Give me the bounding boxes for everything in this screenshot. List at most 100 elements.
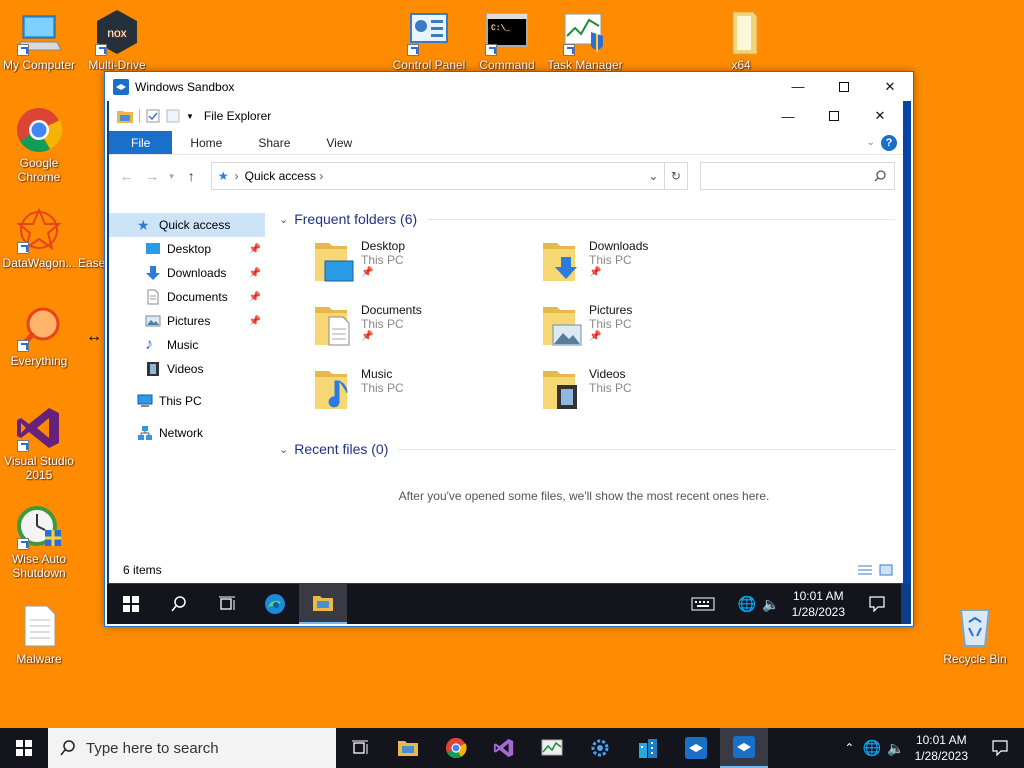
- taskbar-app-buildings[interactable]: [624, 728, 672, 768]
- sandbox-title-bar[interactable]: Windows Sandbox — ✕: [105, 72, 913, 101]
- volume-icon[interactable]: 🔈: [887, 740, 904, 757]
- folder-tile-videos[interactable]: Videos This PC: [541, 365, 769, 429]
- desktop-icon-wise-auto-shutdown[interactable]: Wise Auto Shutdown: [0, 502, 78, 580]
- nav-item-this-pc[interactable]: This PC: [109, 389, 269, 413]
- sandbox-close-button[interactable]: ✕: [867, 72, 913, 101]
- desktop-icon-label: Recycle Bin: [943, 652, 1007, 666]
- desktop-icon-task-manager[interactable]: Task Manager: [546, 8, 624, 72]
- notifications-button[interactable]: [976, 728, 1024, 768]
- buildings-icon: [639, 739, 657, 758]
- network-globe-icon[interactable]: 🌐: [862, 739, 881, 757]
- sandbox-maximize-button[interactable]: [821, 72, 867, 101]
- nav-item-music[interactable]: ♪ Music: [109, 333, 269, 357]
- sandbox-minimize-button[interactable]: —: [775, 72, 821, 101]
- maximize-icon: [829, 111, 839, 121]
- desktop-icon-google-chrome[interactable]: Google Chrome: [0, 106, 78, 184]
- documents-icon: [147, 289, 159, 305]
- qat-dropdown-icon[interactable]: ▼: [186, 112, 194, 121]
- show-hidden-icons-chevron-icon[interactable]: ⌃: [844, 741, 854, 755]
- music-icon: ♪: [145, 336, 153, 353]
- recent-files-header[interactable]: ⌄ Recent files (0): [273, 435, 895, 463]
- taskbar-app-gear[interactable]: [576, 728, 624, 768]
- help-icon[interactable]: ?: [881, 135, 897, 151]
- keyboard-icon: [691, 597, 715, 611]
- desktop-icon-x64[interactable]: x64: [702, 8, 780, 72]
- folder-icon[interactable]: [117, 109, 133, 123]
- properties-icon[interactable]: [146, 109, 160, 123]
- explorer-maximize-button[interactable]: [811, 102, 857, 131]
- vm-start-button[interactable]: [107, 584, 155, 624]
- desktop-icon-visual-studio[interactable]: Visual Studio 2015: [0, 404, 78, 482]
- taskbar-clock[interactable]: 10:01 AM 1/28/2023: [907, 732, 976, 764]
- frequent-folders-header[interactable]: ⌄ Frequent folders (6): [273, 205, 895, 233]
- breadcrumb-quick-access[interactable]: Quick access: [245, 169, 316, 183]
- search-box[interactable]: [699, 162, 895, 190]
- folder-tile-music[interactable]: Music This PC: [313, 365, 541, 429]
- folder-location: This PC: [361, 253, 404, 267]
- details-view-icon[interactable]: [857, 564, 873, 576]
- nav-item-videos[interactable]: Videos: [109, 357, 269, 381]
- desktop-icon-datawagon[interactable]: DataWagon...: [0, 206, 78, 270]
- forward-arrow-icon[interactable]: →: [142, 168, 161, 184]
- desktop-icon-command[interactable]: C:\_ Command: [468, 8, 546, 72]
- taskbar-visual-studio[interactable]: [480, 728, 528, 768]
- folder-tile-desktop[interactable]: Desktop This PC 📌: [313, 237, 541, 301]
- recent-locations-icon[interactable]: ▼: [168, 172, 176, 181]
- folder-tile-documents[interactable]: Documents This PC 📌: [313, 301, 541, 365]
- taskbar-search-box[interactable]: Type here to search: [48, 728, 336, 768]
- nav-item-quick-access[interactable]: ★ Quick access: [109, 213, 265, 237]
- large-icons-view-icon[interactable]: [879, 564, 893, 576]
- explorer-minimize-button[interactable]: —: [765, 102, 811, 131]
- explorer-close-button[interactable]: ✕: [857, 102, 903, 131]
- nav-item-desktop[interactable]: Desktop 📌: [109, 237, 269, 261]
- nav-item-downloads[interactable]: Downloads 📌: [109, 261, 269, 285]
- vm-taskbar-edge[interactable]: [251, 584, 299, 624]
- nav-item-documents[interactable]: Documents 📌: [109, 285, 269, 309]
- desktop-icon-my-computer[interactable]: My Computer: [0, 8, 78, 72]
- volume-icon[interactable]: 🔈: [762, 596, 779, 613]
- expand-ribbon-icon[interactable]: ⌄: [867, 137, 875, 154]
- taskbar-sandbox[interactable]: [672, 728, 720, 768]
- folder-tile-pictures[interactable]: Pictures This PC 📌: [541, 301, 769, 365]
- tab-view[interactable]: View: [308, 131, 370, 154]
- task-view-button[interactable]: [336, 728, 384, 768]
- desktop-icon-everything[interactable]: Everything: [0, 304, 78, 368]
- vm-task-view-button[interactable]: [203, 584, 251, 624]
- vm-search-button[interactable]: [155, 584, 203, 624]
- taskbar-task-manager[interactable]: [528, 728, 576, 768]
- back-arrow-icon[interactable]: ←: [117, 168, 136, 184]
- explorer-title-bar[interactable]: ▼ File Explorer — ✕: [109, 101, 903, 131]
- desktop-icon-control-panel[interactable]: Control Panel: [390, 8, 468, 72]
- vm-clock[interactable]: 10:01 AM 1/28/2023: [784, 588, 853, 620]
- vm-taskbar-file-explorer[interactable]: [299, 584, 347, 624]
- videos-folder-icon: [543, 371, 577, 409]
- resize-cursor-icon: ↔: [86, 328, 102, 345]
- taskbar-file-explorer[interactable]: [384, 728, 432, 768]
- folder-icon: [313, 596, 333, 611]
- network-globe-icon[interactable]: 🌐: [737, 595, 756, 613]
- tab-share[interactable]: Share: [240, 131, 308, 154]
- address-row: ← → ▼ ↑ ★ › Quick access › ⌄ ↻: [109, 155, 903, 197]
- new-folder-icon[interactable]: [166, 109, 180, 123]
- sandbox-window: Windows Sandbox — ✕ ▼ File Explorer — ✕: [104, 71, 914, 627]
- nav-item-network[interactable]: Network: [109, 421, 269, 445]
- desktop-icon-recycle-bin[interactable]: Recycle Bin: [936, 602, 1014, 666]
- chrome-icon: [445, 737, 467, 759]
- taskbar-sandbox-active[interactable]: [720, 728, 768, 768]
- taskbar-chrome[interactable]: [432, 728, 480, 768]
- tab-file[interactable]: File: [109, 131, 173, 154]
- refresh-button[interactable]: ↻: [664, 162, 688, 190]
- address-bar[interactable]: ★ › Quick access › ⌄: [210, 162, 666, 190]
- up-arrow-icon[interactable]: ↑: [182, 168, 201, 184]
- desktop-icon-multi-drive[interactable]: nox Multi-Drive: [78, 8, 156, 72]
- tab-home[interactable]: Home: [172, 131, 240, 154]
- folder-tile-downloads[interactable]: Downloads This PC 📌: [541, 237, 769, 301]
- downloads-folder-icon: [543, 243, 577, 281]
- vm-keyboard-button[interactable]: [679, 584, 727, 624]
- vm-notifications-button[interactable]: [853, 584, 901, 624]
- nav-item-pictures[interactable]: Pictures 📌: [109, 309, 269, 333]
- group-title: Recent files (0): [294, 441, 389, 457]
- desktop-icon-malware[interactable]: Malware: [0, 602, 78, 666]
- start-button[interactable]: [0, 728, 48, 768]
- address-dropdown-icon[interactable]: ⌄: [648, 169, 658, 183]
